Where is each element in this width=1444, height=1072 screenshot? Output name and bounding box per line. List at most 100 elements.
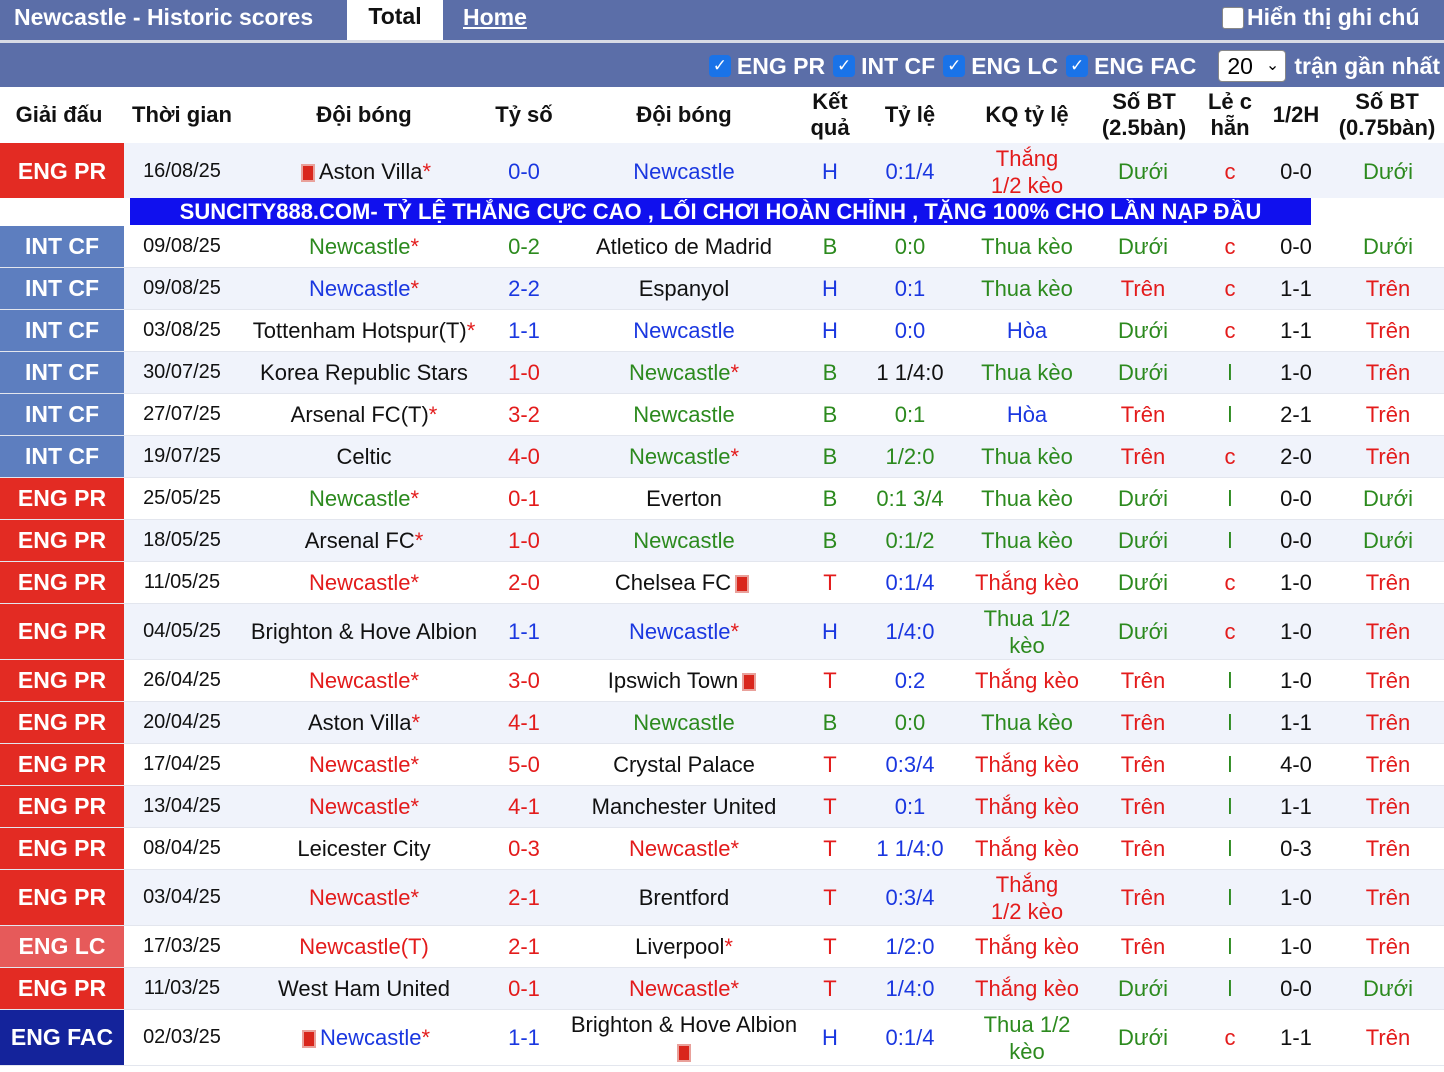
show-notes-checkbox[interactable] xyxy=(1222,6,1244,29)
away-team[interactable]: Everton xyxy=(560,478,808,519)
away-team[interactable]: Newcastle* xyxy=(560,828,808,869)
tab-home[interactable]: Home xyxy=(463,4,527,31)
home-team[interactable]: Arsenal FC* xyxy=(240,520,488,561)
table-row[interactable]: ENG PR 03/04/25 Newcastle* 2-1 Brentford T 0:3… xyxy=(0,870,1444,926)
home-team[interactable]: Newcastle* xyxy=(240,744,488,785)
match-score[interactable]: 3-0 xyxy=(488,660,560,701)
away-team[interactable]: Liverpool* xyxy=(560,926,808,967)
team-name: Atletico de Madrid xyxy=(595,234,773,259)
away-team[interactable]: Newcastle xyxy=(560,310,808,351)
home-team[interactable]: Newcastle* xyxy=(240,870,488,925)
away-team[interactable]: Brighton & Hove Albion xyxy=(560,1010,808,1065)
away-team[interactable]: Newcastle* xyxy=(560,604,808,659)
check-icon[interactable]: ✓ xyxy=(943,55,966,77)
match-score[interactable]: 3-2 xyxy=(488,394,560,435)
table-row[interactable]: ENG PR 11/05/25 Newcastle* 2-0 Chelsea FC T 0:… xyxy=(0,562,1444,604)
check-icon[interactable]: ✓ xyxy=(833,55,856,77)
match-score[interactable]: 1-1 xyxy=(488,604,560,659)
match-score[interactable]: 0-3 xyxy=(488,828,560,869)
half-time-score: 2-1 xyxy=(1280,402,1312,427)
match-score[interactable]: 0-0 xyxy=(488,143,560,200)
match-score[interactable]: 0-2 xyxy=(488,226,560,267)
goals-25-result: Trên xyxy=(1120,752,1166,777)
filter-label: ENG LC xyxy=(971,52,1059,79)
away-team[interactable]: Manchester United xyxy=(560,786,808,827)
table-row[interactable]: ENG FAC 02/03/25 Newcastle* 1-1 Brighton & H… xyxy=(0,1010,1444,1066)
home-team[interactable]: Newcastle* xyxy=(240,562,488,603)
away-team[interactable]: Newcastle* xyxy=(560,436,808,477)
match-date: 27/07/25 xyxy=(143,403,221,425)
tab-total[interactable]: Total xyxy=(347,0,443,40)
home-team[interactable]: West Ham United xyxy=(240,968,488,1009)
table-row[interactable]: ENG PR 25/05/25 Newcastle* 0-1 Everton B 0:1 3… xyxy=(0,478,1444,520)
home-team[interactable]: Newcastle(T) xyxy=(240,926,488,967)
away-team[interactable]: Newcastle xyxy=(560,520,808,561)
home-team[interactable]: Aston Villa* xyxy=(240,702,488,743)
table-row[interactable]: ENG PR 16/08/25 Aston Villa* 0-0 Newcastle H 0… xyxy=(0,143,1444,201)
match-score[interactable]: 2-0 xyxy=(488,562,560,603)
match-score[interactable]: 1-0 xyxy=(488,352,560,393)
ad-banner[interactable]: SUNCITY888.COM- TỶ LỆ THẮNG CỰC CAO , LỐ… xyxy=(130,198,1311,225)
table-row[interactable]: ENG PR 17/04/25 Newcastle* 5-0 Crystal Palac… xyxy=(0,744,1444,786)
home-team[interactable]: Newcastle* xyxy=(240,660,488,701)
table-row[interactable]: INT CF 09/08/25 Newcastle* 0-2 Atletico de M… xyxy=(0,226,1444,268)
table-row[interactable]: ENG PR 20/04/25 Aston Villa* 4-1 Newcastle B 0… xyxy=(0,702,1444,744)
table-row[interactable]: ENG LC 17/03/25 Newcastle(T) 2-1 Liverpool* T… xyxy=(0,926,1444,968)
home-team[interactable]: Aston Villa* xyxy=(240,143,488,200)
home-team[interactable]: Leicester City xyxy=(240,828,488,869)
match-score[interactable]: 4-0 xyxy=(488,436,560,477)
match-score[interactable]: 4-1 xyxy=(488,786,560,827)
table-row[interactable]: INT CF 03/08/25 Tottenham Hotspur(T)* 1-1 Ne… xyxy=(0,310,1444,352)
odds-result: Thắng kèo xyxy=(975,752,1079,777)
away-team[interactable]: Newcastle xyxy=(560,702,808,743)
away-team[interactable]: Newcastle* xyxy=(560,352,808,393)
away-team[interactable]: Brentford xyxy=(560,870,808,925)
match-score[interactable]: 2-1 xyxy=(488,926,560,967)
home-team[interactable]: Korea Republic Stars xyxy=(240,352,488,393)
check-icon[interactable]: ✓ xyxy=(1066,55,1089,77)
match-score[interactable]: 1-1 xyxy=(488,1010,560,1065)
home-team[interactable]: Newcastle* xyxy=(240,1010,488,1065)
match-count-select[interactable]: 20 ⌄ xyxy=(1218,50,1287,82)
home-team[interactable]: Arsenal FC(T)* xyxy=(240,394,488,435)
table-row[interactable]: ENG PR 04/05/25 Brighton & Hove Albion 1-1 N… xyxy=(0,604,1444,660)
match-score[interactable]: 5-0 xyxy=(488,744,560,785)
match-score[interactable]: 2-2 xyxy=(488,268,560,309)
away-team[interactable]: Chelsea FC xyxy=(560,562,808,603)
home-team[interactable]: Newcastle* xyxy=(240,786,488,827)
home-team[interactable]: Newcastle* xyxy=(240,268,488,309)
table-row[interactable]: INT CF 27/07/25 Arsenal FC(T)* 3-2 Newcastle… xyxy=(0,394,1444,436)
table-row[interactable]: INT CF 09/08/25 Newcastle* 2-2 Espanyol H 0:1 T… xyxy=(0,268,1444,310)
table-row[interactable]: INT CF 19/07/25 Celtic 4-0 Newcastle* B 1/2:0 T… xyxy=(0,436,1444,478)
match-score[interactable]: 1-1 xyxy=(488,310,560,351)
odd-even-result: l xyxy=(1227,752,1233,777)
show-notes-toggle[interactable]: Hiển thị ghi chú xyxy=(1222,4,1420,31)
away-team[interactable]: Newcastle* xyxy=(560,968,808,1009)
match-score[interactable]: 2-1 xyxy=(488,870,560,925)
check-icon[interactable]: ✓ xyxy=(708,55,731,77)
away-team[interactable]: Espanyol xyxy=(560,268,808,309)
away-team[interactable]: Newcastle xyxy=(560,143,808,200)
away-team[interactable]: Atletico de Madrid xyxy=(560,226,808,267)
match-score[interactable]: 1-0 xyxy=(488,520,560,561)
away-team[interactable]: Newcastle xyxy=(560,394,808,435)
match-score[interactable]: 0-1 xyxy=(488,478,560,519)
table-row[interactable]: ENG PR 26/04/25 Newcastle* 3-0 Ipswich Town T… xyxy=(0,660,1444,702)
table-row[interactable]: INT CF 30/07/25 Korea Republic Stars 1-0 New… xyxy=(0,352,1444,394)
match-score[interactable]: 4-1 xyxy=(488,702,560,743)
home-team[interactable]: Brighton & Hove Albion xyxy=(240,604,488,659)
team-name: Korea Republic Stars xyxy=(260,360,468,385)
header-odds: Tỷ lệ xyxy=(884,102,936,127)
home-team[interactable]: Newcastle* xyxy=(240,478,488,519)
away-team[interactable]: Ipswich Town xyxy=(560,660,808,701)
table-row[interactable]: ENG PR 08/04/25 Leicester City 0-3 Newcastle… xyxy=(0,828,1444,870)
table-row[interactable]: ENG PR 13/04/25 Newcastle* 4-1 Manchester Un… xyxy=(0,786,1444,828)
odd-even-result: l xyxy=(1227,794,1233,819)
home-team[interactable]: Celtic xyxy=(240,436,488,477)
table-row[interactable]: ENG PR 11/03/25 West Ham United 0-1 Newcastl… xyxy=(0,968,1444,1010)
away-team[interactable]: Crystal Palace xyxy=(560,744,808,785)
table-row[interactable]: ENG PR 18/05/25 Arsenal FC* 1-0 Newcastle B 0:… xyxy=(0,520,1444,562)
home-team[interactable]: Newcastle* xyxy=(240,226,488,267)
match-score[interactable]: 0-1 xyxy=(488,968,560,1009)
home-team[interactable]: Tottenham Hotspur(T)* xyxy=(240,310,488,351)
